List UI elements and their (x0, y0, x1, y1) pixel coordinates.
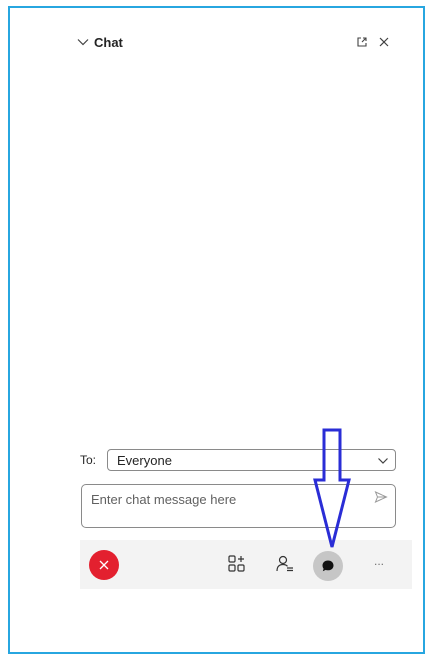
breakout-rooms-icon[interactable] (227, 554, 247, 574)
meeting-toolbar: ... (80, 540, 412, 589)
popout-icon[interactable] (355, 35, 369, 49)
recipient-dropdown[interactable]: Everyone (107, 449, 396, 471)
participants-icon[interactable] (275, 554, 295, 574)
close-icon[interactable] (377, 35, 391, 49)
message-box[interactable] (81, 484, 396, 528)
chat-button[interactable] (313, 551, 343, 581)
chevron-down-icon[interactable] (76, 35, 90, 49)
chat-header: Chat (72, 34, 390, 56)
recipient-value: Everyone (117, 453, 172, 468)
to-label: To: (80, 453, 97, 467)
chat-title: Chat (94, 35, 123, 50)
chevron-down-icon (378, 458, 388, 464)
more-button[interactable]: ... (370, 554, 388, 572)
close-icon (99, 560, 109, 570)
send-icon[interactable] (374, 490, 388, 504)
chat-message-input[interactable] (91, 489, 361, 509)
leave-button[interactable] (89, 550, 119, 580)
chat-bubble-icon (322, 560, 334, 572)
